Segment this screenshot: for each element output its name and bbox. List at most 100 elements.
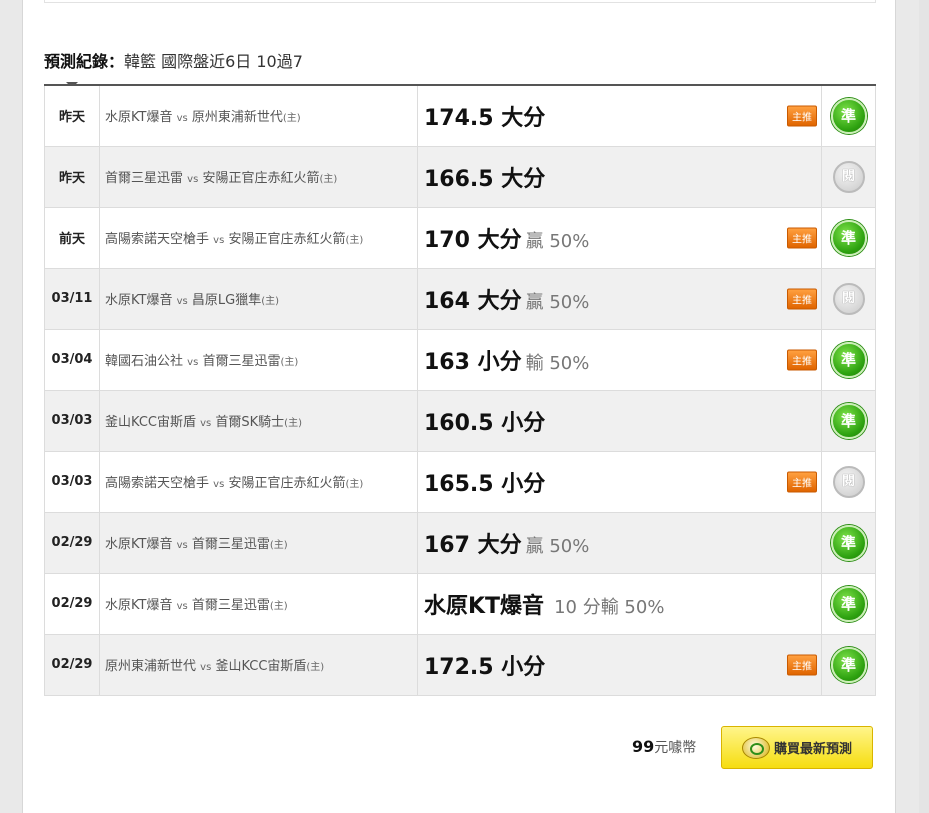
featured-tag: 主推 (787, 654, 817, 675)
vs-label: vs (176, 601, 188, 612)
pick-spread: 10 分輸 50% (554, 596, 665, 618)
team-away: 原州東浦新世代 (105, 659, 197, 674)
row-match[interactable]: 水原KT爆音 vs 昌原LG獵隼(主) (99, 267, 418, 330)
row-pick: 160.5 小分 (417, 389, 822, 452)
host-marker: (主) (269, 540, 288, 551)
hit-badge-icon: 準 (830, 341, 867, 378)
vs-label: vs (176, 296, 188, 307)
team-home: 釜山KCC宙斯盾 (215, 659, 307, 674)
row-match[interactable]: 韓國石油公社 vs 首爾三星迅雷(主) (99, 328, 418, 391)
price-label: 99元噱幣 (632, 737, 696, 757)
row-pick: 174.5 大分 主推 (417, 84, 822, 147)
host-marker: (主) (280, 357, 299, 368)
vs-label: vs (213, 479, 225, 490)
read-badge-icon[interactable]: 閱 (832, 160, 865, 193)
pick-value: 170 大分 (424, 227, 522, 253)
row-date: 昨天 (44, 84, 100, 147)
featured-tag: 主推 (787, 471, 817, 492)
pick-result: 贏 50% (525, 291, 590, 313)
row-date: 03/03 (44, 450, 100, 513)
buy-prediction-button[interactable]: 購買最新預測 (721, 726, 873, 769)
row-date: 03/04 (44, 328, 100, 391)
row-match[interactable]: 釜山KCC宙斯盾 vs 首爾SK騎士(主) (99, 389, 418, 452)
pick-result: 輸 50% (525, 352, 590, 374)
pick-value: 167 大分 (424, 532, 522, 558)
featured-tag: 主推 (787, 105, 817, 127)
row-match[interactable]: 水原KT爆音 vs 首爾三星迅雷(主) (99, 511, 418, 574)
vs-label: vs (176, 540, 188, 551)
row-result: 準 (821, 511, 876, 574)
featured-tag: 主推 (787, 227, 817, 248)
table-row: 03/11 水原KT爆音 vs 昌原LG獵隼(主) 164 大分贏 50% 主推閱 (44, 267, 876, 330)
host-marker: (主) (345, 479, 364, 490)
row-result: 準 (821, 84, 876, 147)
row-match[interactable]: 原州東浦新世代 vs 釜山KCC宙斯盾(主) (99, 633, 418, 696)
record-heading-detail: 韓籃 國際盤近6日 10過7 (124, 52, 303, 71)
row-pick: 172.5 小分 主推 (417, 633, 822, 696)
row-result: 準 (821, 572, 876, 635)
team-home: 原州東浦新世代 (191, 110, 283, 126)
table-row: 昨天 首爾三星迅雷 vs 安陽正官庄赤紅火箭(主) 166.5 大分閱 (44, 145, 876, 208)
row-match[interactable]: 水原KT爆音 vs 首爾三星迅雷(主) (99, 572, 418, 635)
team-away: 高陽索諾天空槍手 (105, 476, 210, 491)
host-marker: (主) (282, 113, 301, 125)
table-row: 02/29 水原KT爆音 vs 首爾三星迅雷(主) 167 大分贏 50% 準 (44, 511, 876, 574)
row-pick: 165.5 小分 主推 (417, 450, 822, 513)
pick-value: 174.5 大分 (424, 105, 546, 131)
hit-badge-icon: 準 (830, 585, 867, 622)
row-date: 02/29 (44, 633, 100, 696)
top-box-border (44, 0, 876, 3)
row-pick: 163 小分輸 50% 主推 (417, 328, 822, 391)
hit-badge-icon: 準 (830, 219, 867, 256)
read-badge-icon[interactable]: 閱 (832, 282, 865, 315)
row-match[interactable]: 水原KT爆音 vs 原州東浦新世代(主) (99, 84, 418, 147)
team-away: 水原KT爆音 (105, 598, 173, 613)
team-away: 水原KT爆音 (105, 537, 173, 552)
row-match[interactable]: 首爾三星迅雷 vs 安陽正官庄赤紅火箭(主) (99, 145, 418, 208)
hit-badge-icon: 準 (830, 402, 867, 439)
host-marker: (主) (261, 296, 280, 307)
row-date: 02/29 (44, 511, 100, 574)
row-match[interactable]: 高陽索諾天空槍手 vs 安陽正官庄赤紅火箭(主) (99, 450, 418, 513)
scrollbar-track[interactable] (919, 0, 929, 813)
row-match[interactable]: 高陽索諾天空槍手 vs 安陽正官庄赤紅火箭(主) (99, 206, 418, 269)
pick-value: 165.5 小分 (424, 471, 546, 497)
featured-tag: 主推 (787, 349, 817, 370)
price-unit: 元噱幣 (654, 740, 697, 756)
vs-label: vs (200, 662, 212, 673)
team-away: 水原KT爆音 (105, 293, 173, 308)
team-home: 首爾三星迅雷 (202, 354, 281, 369)
team-away: 高陽索諾天空槍手 (105, 232, 210, 247)
host-marker: (主) (269, 601, 288, 612)
host-marker: (主) (345, 235, 364, 246)
row-date: 03/11 (44, 267, 100, 330)
table-row: 03/03 高陽索諾天空槍手 vs 安陽正官庄赤紅火箭(主) 165.5 小分 主推閱 (44, 450, 876, 513)
pick-result: 贏 50% (525, 535, 590, 557)
team-home: 首爾三星迅雷 (191, 598, 270, 613)
record-heading: 預測紀錄：韓籃 國際盤近6日 10過7 (44, 48, 303, 72)
pick-result: 贏 50% (525, 230, 590, 252)
row-pick: 170 大分贏 50% 主推 (417, 206, 822, 269)
pick-value: 172.5 小分 (424, 654, 546, 680)
team-home: 昌原LG獵隼 (191, 293, 262, 308)
prediction-records-table: 昨天 水原KT爆音 vs 原州東浦新世代(主) 174.5 大分 主推準昨天 首爾三星迅… (44, 84, 876, 696)
team-home: 安陽正官庄赤紅火箭 (228, 232, 346, 247)
row-result: 準 (821, 633, 876, 696)
pick-value: 水原KT爆音 (424, 593, 545, 619)
price-amount: 99 (632, 737, 655, 756)
team-away: 水原KT爆音 (105, 110, 173, 126)
row-date: 前天 (44, 206, 100, 269)
table-row: 03/04 韓國石油公社 vs 首爾三星迅雷(主) 163 小分輸 50% 主推準 (44, 328, 876, 391)
table-row: 03/03 釜山KCC宙斯盾 vs 首爾SK騎士(主) 160.5 小分 準 (44, 389, 876, 452)
hit-badge-icon: 準 (830, 524, 867, 561)
row-result: 閱 (821, 450, 876, 513)
pick-value: 160.5 小分 (424, 410, 546, 436)
row-date: 02/29 (44, 572, 100, 635)
team-away: 韓國石油公社 (105, 354, 184, 369)
row-pick: 166.5 大分 (417, 145, 822, 208)
read-badge-icon[interactable]: 閱 (832, 465, 865, 498)
row-pick: 164 大分贏 50% 主推 (417, 267, 822, 330)
row-date: 03/03 (44, 389, 100, 452)
hit-badge-icon: 準 (830, 646, 867, 683)
table-row: 昨天 水原KT爆音 vs 原州東浦新世代(主) 174.5 大分 主推準 (44, 84, 876, 147)
